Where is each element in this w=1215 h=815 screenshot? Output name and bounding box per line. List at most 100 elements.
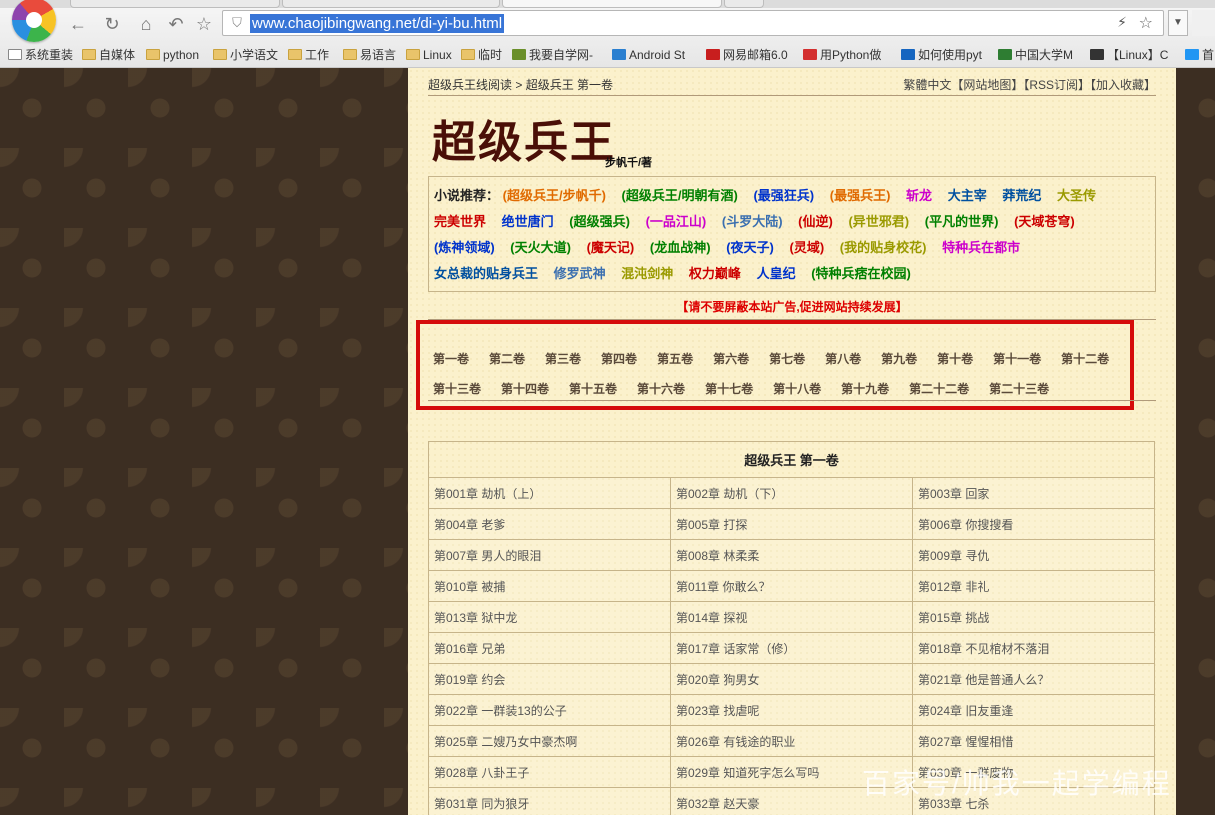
- chapter-link[interactable]: 第012章 非礼: [912, 570, 1155, 602]
- recommend-link[interactable]: (炼神领域): [434, 240, 495, 255]
- chapter-link[interactable]: 第011章 你敢么？: [670, 570, 913, 602]
- recommend-link[interactable]: 大圣传: [1057, 188, 1096, 203]
- new-tab-button[interactable]: [724, 0, 764, 8]
- chapter-link[interactable]: 第024章 旧友重逢: [912, 694, 1155, 726]
- recommend-link[interactable]: (龙血战神): [650, 240, 711, 255]
- breadcrumb-home-link[interactable]: 超级兵王线阅读: [428, 78, 512, 92]
- volume-link[interactable]: 第四卷: [601, 344, 637, 374]
- browser-tab-active[interactable]: [502, 0, 722, 8]
- recommend-link[interactable]: 特种兵在都市: [942, 240, 1020, 255]
- recommend-link[interactable]: (夜天子): [726, 240, 774, 255]
- recommend-link[interactable]: 修罗武神: [554, 266, 606, 281]
- lightning-icon[interactable]: ⚡: [1117, 14, 1127, 31]
- volume-link[interactable]: 第二卷: [489, 344, 525, 374]
- recommend-link[interactable]: (超级强兵): [569, 214, 630, 229]
- recommend-link[interactable]: 完美世界: [434, 214, 486, 229]
- recommend-link[interactable]: 斩龙: [906, 188, 932, 203]
- chapter-link[interactable]: 第003章 回家: [912, 477, 1155, 509]
- bookmark-item[interactable]: Android St: [612, 46, 685, 64]
- recommend-link[interactable]: (超级兵王/步帆千): [503, 188, 606, 203]
- volume-link[interactable]: 第九卷: [881, 344, 917, 374]
- bookmark-item[interactable]: 如何使用pyt: [901, 46, 982, 64]
- bookmark-item[interactable]: Linux: [406, 46, 452, 64]
- chapter-link[interactable]: 第006章 你搜搜看: [912, 508, 1155, 540]
- recommend-link[interactable]: (斗罗大陆): [722, 214, 783, 229]
- refresh-icon[interactable]: ↻: [100, 12, 124, 36]
- recommend-link[interactable]: (灵域): [789, 240, 824, 255]
- bookmark-item[interactable]: 自媒体: [82, 46, 135, 64]
- volume-link[interactable]: 第十一卷: [993, 344, 1041, 374]
- browser-logo-icon[interactable]: [12, 0, 56, 42]
- site-title[interactable]: 超级兵王: [432, 106, 616, 170]
- volume-link[interactable]: 第十二卷: [1061, 344, 1109, 374]
- favorite-icon[interactable]: ☆: [192, 12, 216, 36]
- recommend-link[interactable]: 大主宰: [948, 188, 987, 203]
- address-bar[interactable]: ⛉ www.chaojibingwang.net/di-yi-bu.html ⚡…: [222, 10, 1164, 36]
- chapter-link[interactable]: 第023章 找虐呢: [670, 694, 913, 726]
- chapter-link[interactable]: 第027章 惺惺相惜: [912, 725, 1155, 757]
- volume-link[interactable]: 第八卷: [825, 344, 861, 374]
- bookmark-item[interactable]: 网易邮箱6.0: [706, 46, 788, 64]
- volume-link[interactable]: 第七卷: [769, 344, 805, 374]
- recommend-link[interactable]: (一品江山): [646, 214, 707, 229]
- chapter-link[interactable]: 第014章 探视: [670, 601, 913, 633]
- bookmark-item[interactable]: 中国大学M: [998, 46, 1073, 64]
- recommend-link[interactable]: 绝世唐门: [502, 214, 554, 229]
- volume-link[interactable]: 第五卷: [657, 344, 693, 374]
- recommend-link[interactable]: (仙逆): [798, 214, 833, 229]
- chapter-link[interactable]: 第020章 狗男女: [670, 663, 913, 695]
- chapter-link[interactable]: 第005章 打探: [670, 508, 913, 540]
- recommend-link[interactable]: (异世邪君): [848, 214, 909, 229]
- recommend-link[interactable]: 混沌剑神: [621, 266, 673, 281]
- bookmark-item[interactable]: python: [146, 46, 199, 64]
- chapter-link[interactable]: 第016章 兄弟: [428, 632, 671, 664]
- bookmark-item[interactable]: 小学语文: [213, 46, 278, 64]
- chapter-link[interactable]: 第019章 约会: [428, 663, 671, 695]
- browser-tab[interactable]: [282, 0, 500, 8]
- chapter-link[interactable]: 第004章 老爹: [428, 508, 671, 540]
- recommend-link[interactable]: (天域苍穹): [1014, 214, 1075, 229]
- recommend-link[interactable]: 女总裁的贴身兵王: [434, 266, 538, 281]
- chapter-link[interactable]: 第001章 劫机（上）: [428, 477, 671, 509]
- chapter-link[interactable]: 第002章 劫机（下）: [670, 477, 913, 509]
- browser-tab[interactable]: [70, 0, 280, 8]
- recommend-link[interactable]: (特种兵痞在校园): [811, 266, 911, 281]
- volume-link[interactable]: 第六卷: [713, 344, 749, 374]
- chapter-link[interactable]: 第022章 一群装13的公子: [428, 694, 671, 726]
- recommend-link[interactable]: 权力巅峰: [689, 266, 741, 281]
- chapter-link[interactable]: 第025章 二嫂乃女中豪杰啊: [428, 725, 671, 757]
- bookmark-star-icon[interactable]: ☆: [1139, 13, 1153, 33]
- bookmark-item[interactable]: 我要自学网-: [512, 46, 593, 64]
- chapter-link[interactable]: 第007章 男人的眼泪: [428, 539, 671, 571]
- volume-link[interactable]: 第一卷: [433, 344, 469, 374]
- home-icon[interactable]: ⌂: [134, 12, 158, 36]
- top-links[interactable]: 繁體中文【网站地图】【RSS订阅】【加入收藏】: [903, 76, 1156, 93]
- recommend-link[interactable]: 人皇纪: [757, 266, 796, 281]
- chapter-link[interactable]: 第031章 同为狼牙: [428, 787, 671, 815]
- chapter-link[interactable]: 第017章 话家常（修）: [670, 632, 913, 664]
- recommend-link[interactable]: (超级兵王/明朝有酒): [622, 188, 738, 203]
- recommend-link[interactable]: (天火大道): [510, 240, 571, 255]
- chapter-link[interactable]: 第010章 被捕: [428, 570, 671, 602]
- toolbar-overflow[interactable]: [1192, 10, 1215, 36]
- chapter-link[interactable]: 第015章 挑战: [912, 601, 1155, 633]
- chapter-link[interactable]: 第021章 他是普通人么？: [912, 663, 1155, 695]
- undo-icon[interactable]: ↶: [164, 12, 188, 36]
- bookmark-item[interactable]: 用Python做: [803, 46, 881, 64]
- recommend-link[interactable]: 莽荒纪: [1002, 188, 1041, 203]
- recommend-link[interactable]: (最强兵王): [830, 188, 891, 203]
- volume-link[interactable]: 第十卷: [937, 344, 973, 374]
- recommend-link[interactable]: (最强狂兵): [753, 188, 814, 203]
- url-text[interactable]: www.chaojibingwang.net/di-yi-bu.html: [250, 14, 505, 33]
- recommend-link[interactable]: (我的贴身校花): [840, 240, 927, 255]
- bookmark-item[interactable]: 易语言: [343, 46, 396, 64]
- chapter-link[interactable]: 第013章 狱中龙: [428, 601, 671, 633]
- chapter-link[interactable]: 第028章 八卦王子: [428, 756, 671, 788]
- address-dropdown-icon[interactable]: ▼: [1168, 10, 1188, 36]
- recommend-link[interactable]: (魔天记): [587, 240, 635, 255]
- bookmark-item[interactable]: 临时: [461, 46, 502, 64]
- chapter-link[interactable]: 第008章 林柔柔: [670, 539, 913, 571]
- bookmark-item[interactable]: 系统重装: [8, 46, 73, 64]
- bookmark-item[interactable]: 【Linux】C: [1090, 46, 1168, 64]
- chapter-link[interactable]: 第018章 不见棺材不落泪: [912, 632, 1155, 664]
